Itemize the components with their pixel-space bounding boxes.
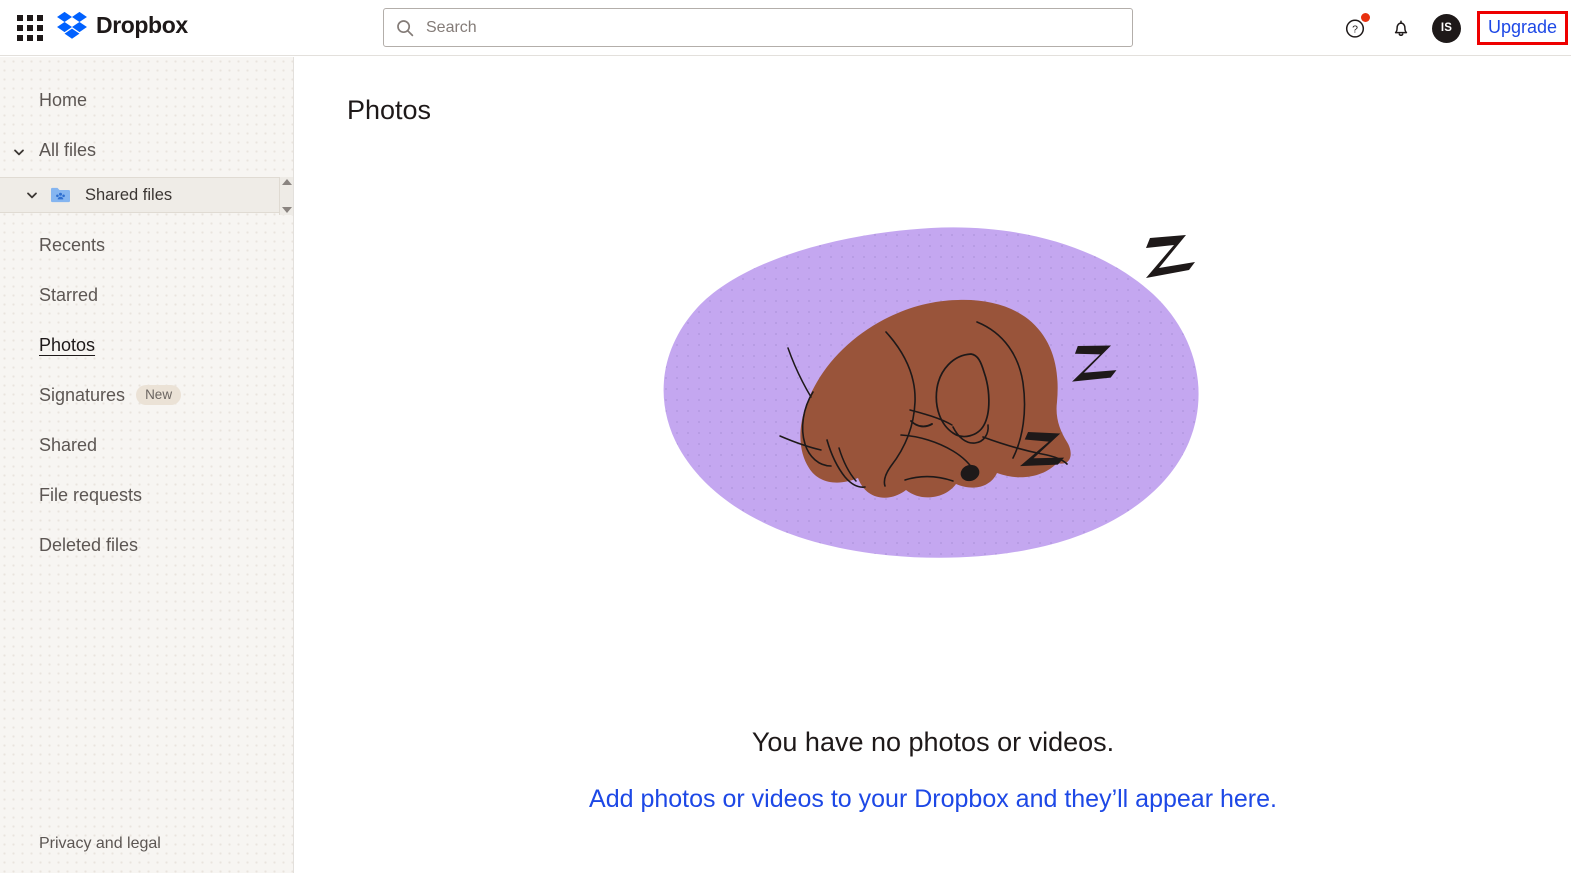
sidebar-item-deleted-files[interactable]: Deleted files: [0, 530, 293, 560]
add-photos-link[interactable]: Add photos or videos to your Dropbox and…: [589, 785, 1277, 814]
help-circle-icon[interactable]: ?: [1338, 11, 1372, 45]
sidebar-item-recents[interactable]: Recents: [0, 230, 293, 260]
dropbox-logo-icon: [57, 11, 87, 39]
bell-icon[interactable]: [1384, 11, 1418, 45]
search-icon: [396, 19, 414, 37]
svg-text:?: ?: [1352, 24, 1358, 36]
sidebar-item-label: Deleted files: [39, 534, 139, 555]
main-content: Photos You have no photos or videos. Add…: [295, 57, 1571, 873]
sidebar-item-label: Photos: [39, 334, 96, 355]
sidebar-item-label: Shared: [39, 434, 98, 455]
sidebar-item-label: All files: [39, 139, 97, 160]
sidebar-item-label: Recents: [39, 234, 106, 255]
chevron-down-icon: [12, 143, 26, 157]
brand-name-label: Dropbox: [96, 11, 188, 38]
sidebar-item-label: File requests: [39, 484, 143, 505]
empty-state-title: You have no photos or videos.: [751, 727, 1115, 757]
sidebar: Home All files Shared files Recents Star…: [0, 57, 294, 873]
apps-grid-icon[interactable]: [14, 12, 46, 44]
new-badge: New: [136, 384, 182, 406]
top-navigation-bar: Dropbox ? IS Upgrade: [0, 0, 1571, 56]
sidebar-item-file-requests[interactable]: File requests: [0, 480, 293, 510]
sidebar-item-label: Home: [39, 89, 88, 110]
sidebar-item-home[interactable]: Home: [0, 85, 293, 115]
sidebar-footer: Privacy and legal: [0, 835, 293, 873]
search-bar[interactable]: [383, 8, 1133, 47]
shared-folder-icon: [50, 186, 71, 204]
scroll-up-arrow-icon[interactable]: [281, 179, 292, 185]
shared-files-label: Shared files: [85, 185, 173, 204]
photos-empty-state: You have no photos or videos. Add photos…: [295, 222, 1571, 814]
user-avatar[interactable]: IS: [1431, 13, 1461, 43]
top-bar-actions: ? IS Upgrade: [1338, 0, 1571, 56]
sidebar-nav: Home All files Shared files Recents Star…: [0, 57, 293, 560]
sidebar-item-signatures[interactable]: Signatures New: [0, 380, 293, 410]
sleeping-dog-illustration: [653, 222, 1213, 567]
sidebar-item-shared-files[interactable]: Shared files: [0, 177, 293, 215]
search-input[interactable]: [426, 18, 1120, 37]
page-title: Photos: [347, 95, 432, 125]
sidebar-item-label: Starred: [39, 284, 99, 305]
sidebar-mini-scrollbar[interactable]: [279, 177, 293, 215]
scroll-down-arrow-icon[interactable]: [281, 207, 292, 213]
notification-dot: [1360, 13, 1370, 22]
sidebar-item-photos[interactable]: Photos: [0, 330, 293, 360]
chevron-down-icon: [25, 188, 39, 202]
sidebar-item-starred[interactable]: Starred: [0, 280, 293, 310]
privacy-and-legal-link[interactable]: Privacy and legal: [39, 835, 161, 852]
sidebar-item-label: Signatures: [39, 384, 126, 405]
upgrade-button[interactable]: Upgrade: [1488, 17, 1557, 38]
sidebar-item-all-files[interactable]: All files: [0, 135, 293, 165]
upgrade-button-highlight: Upgrade: [1476, 10, 1568, 46]
sidebar-item-shared[interactable]: Shared: [0, 430, 293, 460]
dropbox-brand-logo[interactable]: Dropbox: [57, 11, 188, 39]
